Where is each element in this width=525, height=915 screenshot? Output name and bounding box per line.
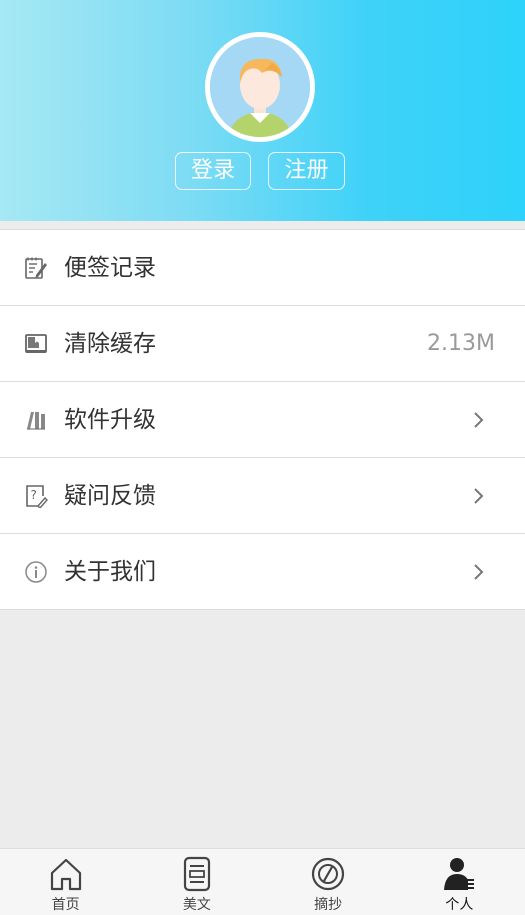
menu-item-clear-cache[interactable]: 清除缓存 2.13M	[0, 306, 525, 382]
question-feedback-icon: ?	[24, 484, 48, 510]
article-icon	[179, 856, 215, 892]
menu-item-label: 疑问反馈	[64, 483, 156, 509]
book-icon	[24, 332, 48, 356]
login-button[interactable]: 登录	[175, 152, 251, 190]
bottom-tab-bar: 首页 美文 摘抄 个人	[0, 848, 525, 915]
menu-item-upgrade[interactable]: 软件升级	[0, 382, 525, 458]
profile-header: 登录 注册	[0, 0, 525, 221]
menu-item-feedback[interactable]: ? 疑问反馈	[0, 458, 525, 534]
chevron-right-icon	[473, 487, 485, 505]
tab-articles[interactable]: 美文	[131, 849, 262, 915]
svg-text:?: ?	[31, 488, 37, 502]
tab-label: 首页	[51, 897, 80, 913]
settings-menu: 便签记录 清除缓存 2.13M 软件升级 ? 疑问反馈 关于我们	[0, 229, 525, 610]
person-icon	[441, 856, 477, 892]
menu-item-label: 关于我们	[64, 559, 156, 585]
menu-item-label: 软件升级	[64, 407, 156, 433]
tab-label: 个人	[445, 897, 474, 913]
tab-profile[interactable]: 个人	[394, 849, 525, 915]
notepad-edit-icon	[24, 256, 48, 280]
upgrade-books-icon	[24, 408, 48, 432]
menu-item-about[interactable]: 关于我们	[0, 534, 525, 610]
home-icon	[48, 856, 84, 892]
register-button[interactable]: 注册	[268, 152, 345, 190]
info-circle-icon	[24, 560, 48, 584]
tab-home[interactable]: 首页	[0, 849, 131, 915]
menu-item-label: 清除缓存	[64, 331, 156, 357]
compass-icon	[310, 856, 346, 892]
avatar[interactable]	[205, 32, 315, 142]
chevron-right-icon	[473, 411, 485, 429]
tab-label: 美文	[182, 897, 211, 913]
cache-size-value: 2.13M	[427, 331, 495, 356]
tab-label: 摘抄	[314, 897, 343, 913]
chevron-right-icon	[473, 563, 485, 581]
avatar-image	[210, 37, 310, 137]
tab-excerpts[interactable]: 摘抄	[263, 849, 394, 915]
menu-item-notes[interactable]: 便签记录	[0, 230, 525, 306]
menu-item-label: 便签记录	[64, 255, 156, 281]
